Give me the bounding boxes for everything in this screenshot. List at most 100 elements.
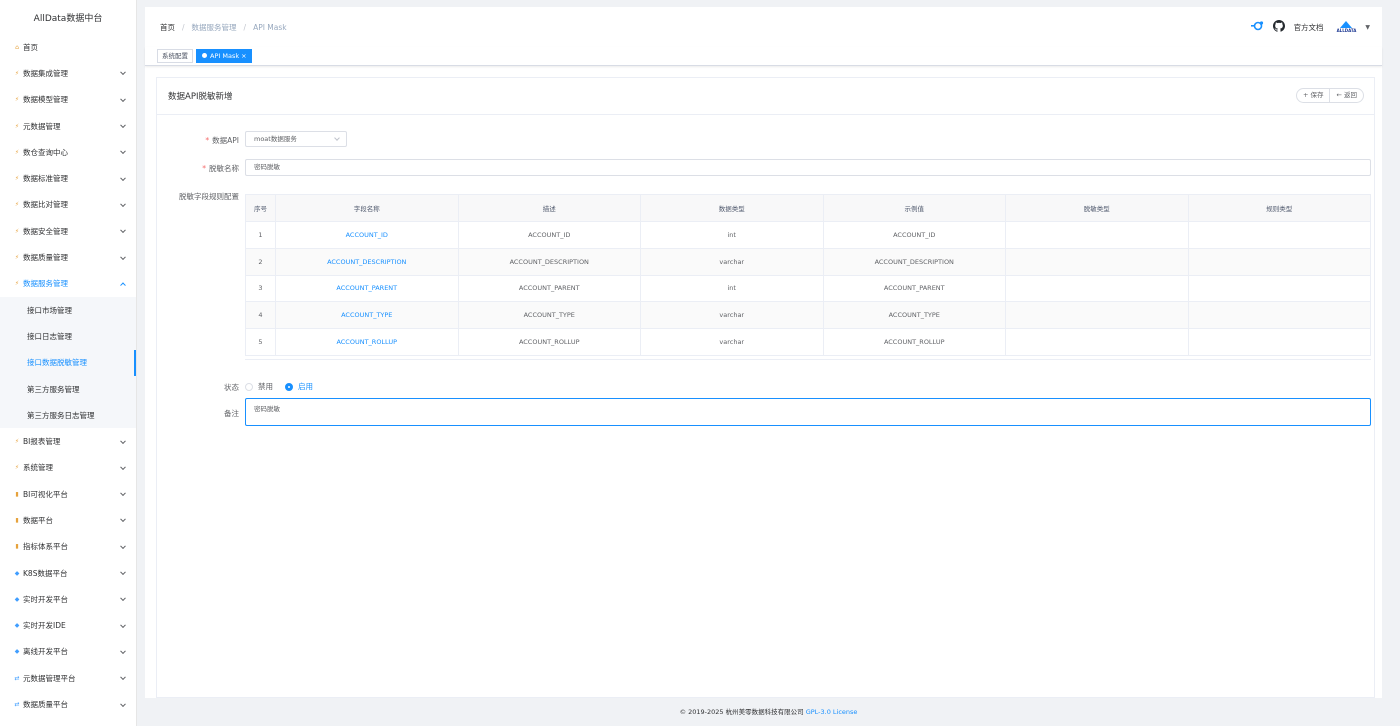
sidebar-item[interactable]: ⚡ BI报表管理 [0,428,136,454]
sidebar-item[interactable]: ⚡ 数仓查询中心 [0,139,136,165]
diamond-icon: ◆ [14,569,20,577]
sync-icon: ⇄ [14,701,20,709]
table-cell[interactable] [1187,221,1371,249]
bolt-icon: ⚡ [14,148,20,156]
name-label-text: 脱敏名称 [209,164,239,173]
sidebar-item[interactable]: ◆ 离线开发平台 [0,639,136,665]
table-cell: ACCOUNT_DESCRIPTION [457,247,641,276]
caret-down-icon[interactable]: ▼ [1365,24,1370,31]
sidebar-item-label: BI报表管理 [23,437,61,447]
close-icon[interactable]: × [241,52,246,60]
bolt-icon: ⚡ [14,280,20,288]
api-select[interactable]: moat数据服务 [245,131,347,147]
sidebar-subitem[interactable]: 接口数据脱敏管理 [0,349,136,377]
chevron-down-icon [120,201,126,207]
sidebar-item[interactable]: ⌂ 首页 [0,34,136,60]
table-cell: varchar [640,247,824,276]
table-cell[interactable] [1005,274,1189,303]
sidebar-item[interactable]: ⚡ 数据集成管理 [0,60,136,86]
tag-api-mask[interactable]: API Mask × [196,49,252,63]
sidebar-item-label: 数据比对管理 [23,200,68,210]
back-button[interactable]: ← 返回 [1330,88,1364,103]
tag-system-config[interactable]: 系统配置 [157,49,193,63]
app-title: AllData数据中台 [33,14,103,24]
chevron-down-icon [120,148,126,155]
remark-textarea[interactable]: 密码脱敏 [245,398,1371,426]
github-icon[interactable] [1272,20,1285,34]
sidebar-item[interactable]: ◆ K8S数据平台 [0,560,136,586]
breadcrumb-service[interactable]: 数据服务管理 [192,22,237,33]
table-cell[interactable] [1005,328,1189,356]
required-mark: * [202,164,206,173]
sidebar-item-label: 指标体系平台 [23,542,68,552]
sidebar-item[interactable]: ◆ 实时开发平台 [0,586,136,612]
chevron-down-icon [120,437,126,444]
column-header: 示例值 [822,194,1006,222]
sidebar-item[interactable]: ◆ 实时开发IDE [0,613,136,639]
table-cell[interactable] [1005,221,1189,249]
sidebar-item[interactable]: ⚡ 系统管理 [0,455,136,481]
table-cell: varchar [640,301,824,330]
mask-name-input[interactable]: 密码脱敏 [245,159,1371,176]
sidebar-item[interactable]: ⇄ 元数据管理平台 [0,665,136,691]
chevron-down-icon [120,700,126,707]
form-header: 数据API脱敏新增 + 保存 ← 返回 [157,78,1374,115]
sidebar-item[interactable]: ⚡ 数据服务管理 [0,271,136,297]
table-cell[interactable] [1187,328,1371,356]
table-cell: ACCOUNT_TYPE [457,301,641,330]
sidebar-item[interactable]: ▮ 数据平台 [0,507,136,533]
sidebar-item[interactable]: ⚡ 数据比对管理 [0,192,136,218]
sidebar-item[interactable]: ⚡ 数据质量管理 [0,244,136,270]
sidebar-item[interactable]: ⚡ 数据安全管理 [0,218,136,244]
sidebar-subitem[interactable]: 第三方服务管理 [0,376,136,402]
sidebar-item[interactable]: ⚡ 元数据管理 [0,113,136,139]
sidebar-subitem[interactable]: 第三方服务日志管理 [0,402,136,428]
table-row: 5 ACCOUNT_ROLLUP ACCOUNT_ROLLUP varchar ACCO… [245,328,1371,356]
form-body: * 数据API moat数据服务 * 脱敏名称 密码脱敏 脱敏字段规则配置 序号 字段… [157,116,1374,697]
sidebar-item[interactable]: ▮ 指标体系平台 [0,534,136,560]
main-panel: 首页 / 数据服务管理 / API Mask 官方文档 ALLDATA ▼ 系统… [145,7,1382,698]
tags-view: 系统配置 API Mask × [145,47,1382,66]
user-avatar[interactable]: ALLDATA [1337,21,1356,33]
status-disabled-radio[interactable]: 禁用 [245,381,273,392]
table-cell: varchar [640,328,824,356]
save-button[interactable]: + 保存 [1295,88,1331,103]
api-label-text: 数据API [212,136,239,145]
column-header: 脱敏类型 [1005,194,1189,222]
chevron-down-icon [120,543,126,549]
table-cell: ACCOUNT_ID [275,221,459,249]
status-enabled-radio[interactable]: 启用 [285,381,313,392]
bolt-icon: ⚡ [14,254,20,262]
arrow-left-icon: ← [1336,91,1344,99]
license-link[interactable]: GPL-3.0 License [806,708,858,716]
sidebar-subitem[interactable]: 接口市场管理 [0,297,136,323]
sidebar-item[interactable]: ⇄ 数据质量平台 [0,691,136,717]
chevron-up-icon [120,282,126,288]
breadcrumb-home[interactable]: 首页 [160,22,175,33]
docs-link[interactable]: 官方文档 [1294,22,1324,33]
table-cell[interactable] [1187,247,1371,276]
table-cell[interactable] [1187,274,1371,303]
table-cell[interactable] [1187,301,1371,330]
remark-label: 备注 [224,409,239,418]
form-actions: + 保存 ← 返回 [1295,88,1364,103]
form-card: 数据API脱敏新增 + 保存 ← 返回 * 数据API moat数据服务 * 脱敏名… [156,77,1375,698]
chart-icon: ▮ [15,543,19,551]
sidebar-item[interactable]: ▮ BI可视化平台 [0,481,136,507]
copyright-text: © 2019-2025 杭州美零数据科技有限公司 [679,708,804,716]
diamond-icon: ◆ [14,595,20,603]
sidebar-subitem[interactable]: 接口日志管理 [0,323,136,349]
chevron-down-icon [120,674,126,681]
search-settings-icon[interactable] [1250,20,1264,34]
table-cell: 5 [245,328,276,356]
table-cell: int [640,221,824,249]
chart-icon: ▮ [15,516,19,524]
table-cell[interactable] [1005,301,1189,330]
sidebar-submenu: 接口市场管理 接口日志管理 接口数据脱敏管理 第三方服务管理 第三方服务日志管理 [0,296,136,429]
table-body: 1 ACCOUNT_ID ACCOUNT_ID int ACCOUNT_ID 2 ACCOU… [245,221,1371,356]
table-cell: ACCOUNT_ID [822,221,1006,249]
table-cell[interactable] [1005,247,1189,276]
sidebar-item[interactable]: ⚡ 数据模型管理 [0,87,136,113]
sidebar-item[interactable]: ⚡ 数据标准管理 [0,165,136,191]
diamond-icon: ◆ [14,648,20,656]
